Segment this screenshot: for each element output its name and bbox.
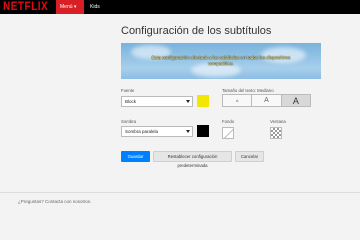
- text-size-small-button[interactable]: A: [222, 94, 253, 107]
- font-select[interactable]: Block: [121, 96, 193, 107]
- text-size-selector: A A A: [222, 94, 311, 107]
- footer-divider: [0, 192, 360, 193]
- subtitle-preview: Esta configuración afectará a los subtít…: [121, 43, 321, 79]
- chevron-down-icon: [186, 130, 190, 133]
- shadow-label: Sombra: [121, 119, 137, 124]
- window-opacity-picker[interactable]: [270, 127, 282, 139]
- save-button[interactable]: Guardar: [121, 151, 150, 162]
- font-color-swatch[interactable]: [197, 95, 209, 107]
- shadow-select[interactable]: Sombra paralela: [121, 126, 193, 137]
- reset-defaults-button[interactable]: Restablecer configuración predeterminada: [153, 151, 232, 168]
- shadow-color-swatch[interactable]: [197, 125, 209, 137]
- shadow-select-value: Sombra paralela: [125, 129, 159, 134]
- text-size-label: Tamaño del texto: Mediano: [222, 88, 274, 93]
- kids-link[interactable]: Kids: [90, 0, 100, 14]
- top-nav-bar: NETFLIX Menú ▾ Kids: [0, 0, 360, 14]
- font-label: Fuente: [121, 88, 135, 93]
- text-size-medium-button[interactable]: A: [252, 94, 282, 107]
- footer-contact-link[interactable]: ¿Preguntas? Contacta con nosotros.: [18, 199, 91, 204]
- preview-subtitle-text: Esta configuración afectará a los subtít…: [151, 55, 291, 66]
- transparent-icon: [223, 128, 233, 138]
- page-title: Configuración de los subtítulos: [121, 25, 272, 37]
- cancel-button[interactable]: Cancelar: [235, 151, 264, 162]
- chevron-down-icon: [186, 100, 190, 103]
- background-opacity-picker[interactable]: [222, 127, 234, 139]
- font-select-value: Block: [125, 99, 137, 104]
- background-label: Fondo: [222, 119, 235, 124]
- netflix-logo[interactable]: NETFLIX: [3, 1, 48, 14]
- window-label: Ventana: [270, 119, 286, 124]
- menu-dropdown[interactable]: Menú ▾: [56, 0, 84, 14]
- text-size-large-button[interactable]: A: [281, 94, 311, 107]
